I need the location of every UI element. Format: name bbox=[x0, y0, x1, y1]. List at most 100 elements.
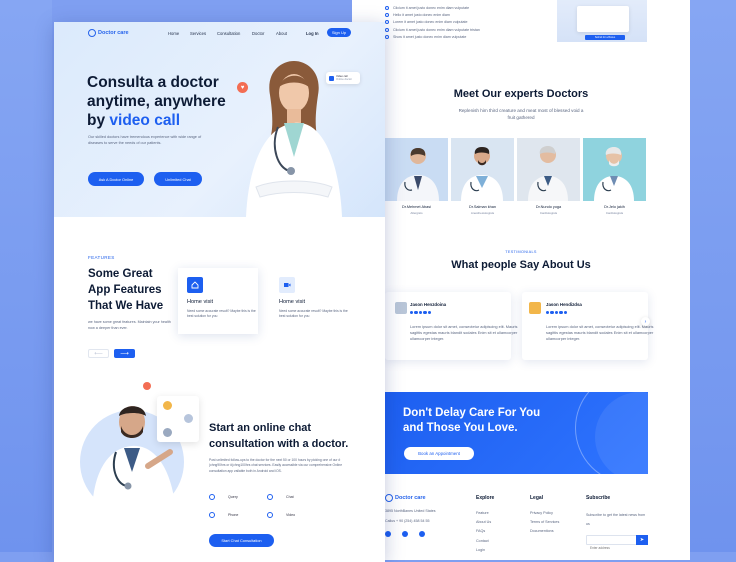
nav-about[interactable]: About bbox=[276, 31, 287, 36]
hero-title: Consulta a doctor anytime, anywhere by v… bbox=[87, 74, 226, 129]
check-item: Hello it amet justo donec enim diam bbox=[385, 11, 480, 18]
avatar bbox=[395, 302, 407, 314]
video-icon bbox=[329, 75, 334, 81]
doctor-card[interactable] bbox=[451, 138, 514, 201]
testimonial-next-button[interactable]: › bbox=[641, 317, 650, 326]
footer-link[interactable]: Privacy Policy bbox=[530, 511, 559, 520]
backdrop-left bbox=[0, 0, 52, 552]
logo-icon bbox=[385, 494, 393, 502]
footer-address: 3895 NorthBanes United States bbox=[385, 509, 436, 513]
rating-stars bbox=[546, 311, 567, 315]
sign-up-button[interactable]: Sign Up bbox=[327, 28, 351, 37]
footer-link[interactable]: About Us bbox=[476, 520, 491, 529]
check-icon bbox=[385, 13, 389, 18]
backdrop-right bbox=[690, 0, 736, 552]
avatar bbox=[529, 302, 541, 314]
option-chat[interactable]: Chat bbox=[267, 494, 294, 500]
features-tag: FEATURES bbox=[88, 255, 115, 260]
doctor-card[interactable] bbox=[583, 138, 646, 201]
prev-button[interactable]: ⟵ bbox=[88, 349, 109, 358]
doctor-photo bbox=[583, 138, 646, 201]
send-icon[interactable]: ➤ bbox=[636, 535, 648, 545]
doctor-card[interactable] bbox=[517, 138, 580, 201]
check-icon bbox=[385, 20, 389, 25]
experts-title: Meet Our experts Doctors bbox=[453, 88, 589, 100]
nav-home[interactable]: Home bbox=[168, 31, 179, 36]
radio-button[interactable] bbox=[267, 512, 273, 518]
option-query[interactable]: Query bbox=[209, 494, 238, 500]
experts-subtitle: Replenish him third creature and meat mo… bbox=[458, 108, 584, 120]
avatar bbox=[163, 428, 172, 437]
check-icon bbox=[385, 35, 389, 40]
nav-doctor[interactable]: Doctor bbox=[252, 31, 264, 36]
doctor-card[interactable] bbox=[385, 138, 448, 201]
book-appointment-button[interactable]: Book an Appointment bbox=[404, 447, 474, 460]
consultation-description: Post unlimited follow-ups to the doctor … bbox=[209, 458, 343, 473]
avatar bbox=[163, 401, 172, 410]
testimonial-text: Lorem ipsum dolor sit amet, consectetur … bbox=[546, 324, 654, 341]
instagram-icon[interactable] bbox=[419, 531, 425, 537]
subscribe-email-input[interactable] bbox=[586, 535, 638, 552]
footer-legal-title: Legal bbox=[530, 495, 544, 501]
avatar bbox=[184, 414, 193, 423]
radio-button[interactable] bbox=[209, 512, 215, 518]
option-phone[interactable]: Phone bbox=[209, 512, 238, 518]
check-item: Clicium it amet justo donec enim diam vu… bbox=[385, 26, 480, 33]
arrow-left-icon: ⟵ bbox=[94, 351, 103, 357]
ask-doctor-button[interactable]: Ask A Doctor Online bbox=[88, 172, 144, 186]
rating-stars bbox=[410, 311, 431, 315]
twitter-icon[interactable] bbox=[402, 531, 408, 537]
check-item: Show it amet justo donec enim diam vulpu… bbox=[385, 34, 480, 41]
footer-subscribe-text: Subscribe to get the latest news from us bbox=[586, 513, 646, 526]
footer-link[interactable]: Terms of Services bbox=[530, 520, 559, 529]
checklist: Clicium it amet justo donec enim diam vu… bbox=[385, 4, 480, 41]
doctor-name: Dr.Mehmet Abasi bbox=[402, 205, 431, 209]
doctor-name: Dr.Jelo jakih bbox=[604, 205, 625, 209]
footer-link[interactable]: Contact bbox=[476, 539, 491, 548]
cta-title: Don't Delay Care For You and Those You L… bbox=[403, 407, 541, 434]
next-button[interactable]: ⟶ bbox=[114, 349, 135, 358]
doctor-photo bbox=[517, 138, 580, 201]
radio-button[interactable] bbox=[267, 494, 273, 500]
nav-services[interactable]: Services bbox=[190, 31, 206, 36]
left-page: Doctor care Home Services Consultation D… bbox=[54, 22, 385, 562]
feature-card[interactable]: Home visit Need some accurate result? Ma… bbox=[270, 268, 350, 334]
logo-icon bbox=[88, 29, 96, 37]
nav-consultation[interactable]: Consultation bbox=[217, 31, 240, 36]
social-links bbox=[385, 531, 425, 537]
start-chat-button[interactable]: Start Chat Consultation bbox=[209, 534, 274, 547]
footer-link[interactable]: Documentions bbox=[530, 529, 559, 538]
testimonial-card: Jason Hendizdsa Lorem ipsum dolor sit am… bbox=[522, 292, 653, 360]
footer-phone: Callus + 90 (254) 458 54 55 bbox=[385, 519, 430, 523]
testimonials-tag: TESTIMONIALS bbox=[505, 250, 537, 254]
unlimited-chat-button[interactable]: Unlimited Chat bbox=[154, 172, 202, 186]
cta-banner: Don't Delay Care For You and Those You L… bbox=[385, 392, 648, 474]
facebook-icon[interactable] bbox=[385, 531, 391, 537]
preview-submit-button[interactable]: Submit for a Bonus bbox=[585, 35, 625, 40]
nav-login[interactable]: Log In bbox=[306, 31, 319, 36]
home-icon bbox=[187, 277, 203, 293]
doctor-role: Cardiologists bbox=[539, 211, 558, 215]
feature-card[interactable]: Home visit Need some accurate result? Ma… bbox=[178, 268, 258, 334]
feature-description: Need some accurate result? Maybe this is… bbox=[187, 309, 256, 318]
doctor-name: Dr.Salman khan bbox=[468, 205, 496, 209]
check-icon bbox=[385, 27, 389, 32]
doctor-name: Dr.Nundo yoga bbox=[535, 205, 562, 209]
feature-title: Home visit bbox=[187, 299, 214, 305]
radio-button[interactable] bbox=[209, 494, 215, 500]
email-field[interactable] bbox=[587, 544, 630, 552]
doctor-role: Allergists bbox=[410, 211, 423, 215]
option-video[interactable]: Video bbox=[267, 512, 295, 518]
arrow-right-icon: ⟶ bbox=[120, 351, 129, 357]
footer-link[interactable]: Feature bbox=[476, 511, 491, 520]
footer-subscribe-title: Subscribe bbox=[586, 495, 611, 501]
features-title: Some Great App Features That We Have bbox=[88, 268, 164, 312]
doctor-role: Anesthesiologists bbox=[470, 211, 495, 215]
check-item: Clicium it amet justo donec enim diam vu… bbox=[385, 4, 480, 11]
footer-link[interactable]: FAQs bbox=[476, 529, 491, 538]
check-icon bbox=[385, 5, 389, 10]
logo[interactable]: Doctor care bbox=[88, 29, 129, 37]
footer-link[interactable]: Login bbox=[476, 548, 491, 557]
preview-form bbox=[577, 6, 629, 32]
testimonial-text: Lorem ipsum dolor sit amet, consectetur … bbox=[410, 324, 518, 341]
